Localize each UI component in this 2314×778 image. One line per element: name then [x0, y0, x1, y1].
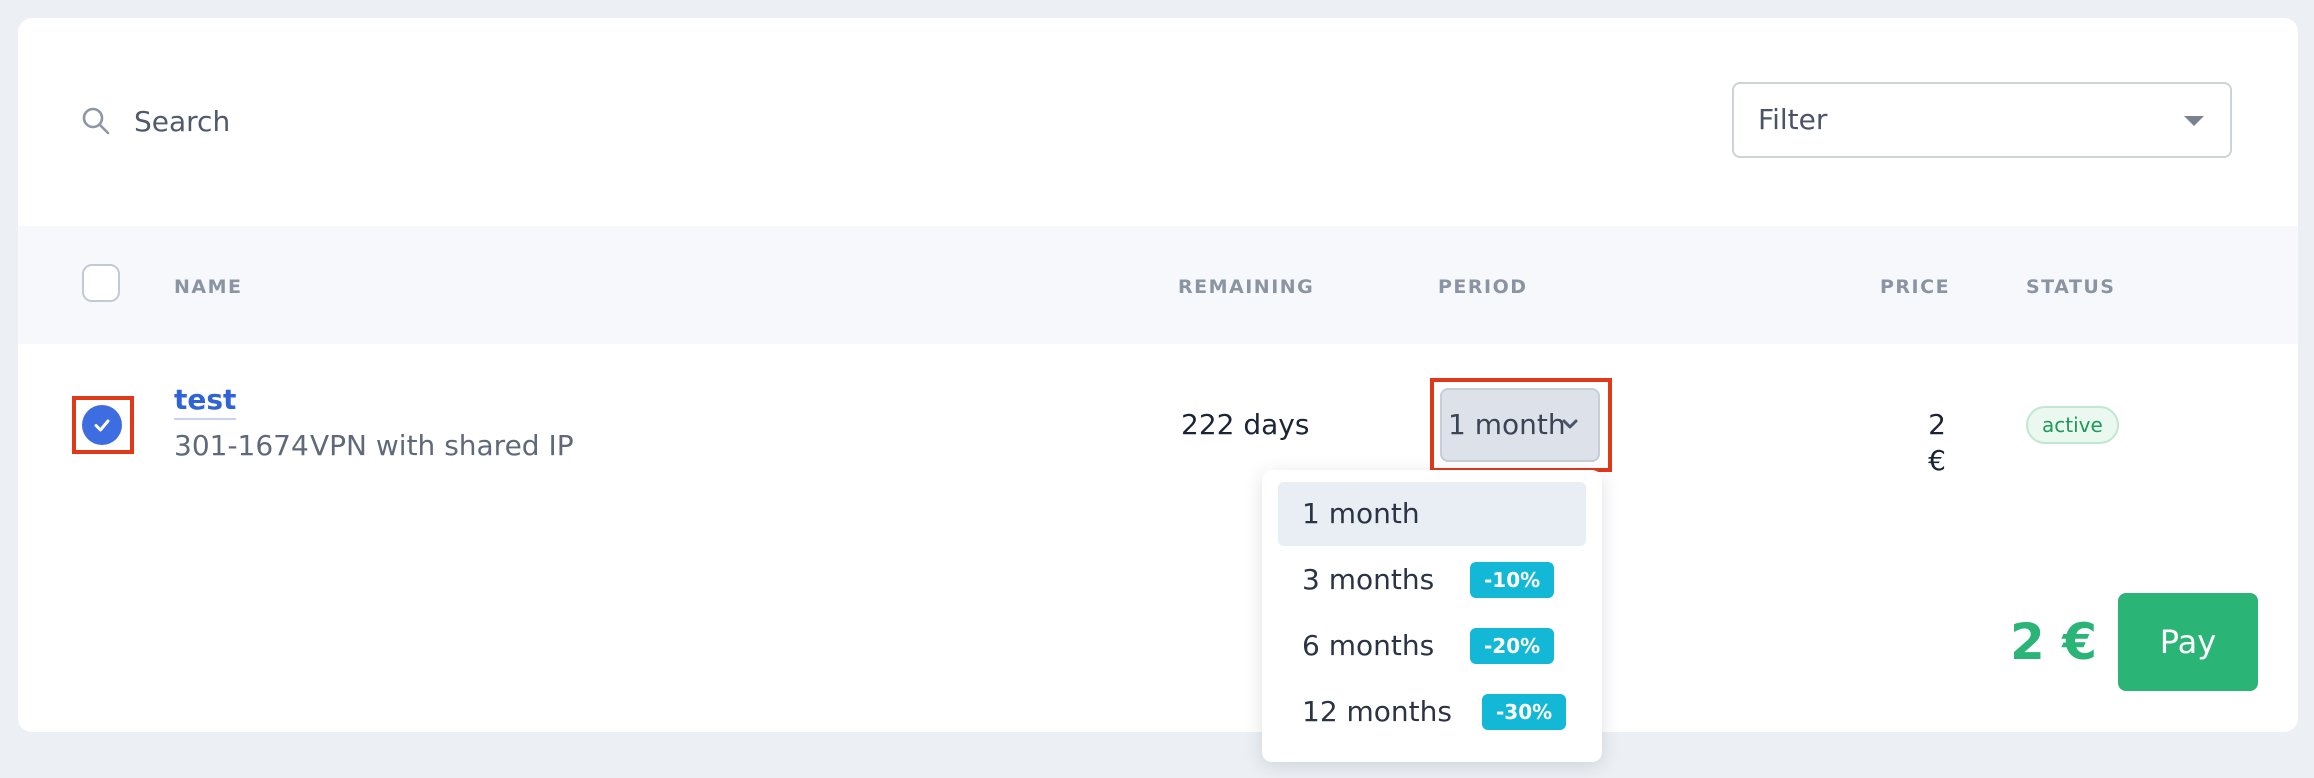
row-checkbox[interactable] [82, 405, 122, 445]
column-header-status[interactable]: STATUS [2026, 275, 2115, 299]
chevron-down-icon [1562, 419, 1578, 429]
period-option-3-months[interactable]: 3 months -10% [1278, 548, 1586, 612]
period-option-label: 12 months [1302, 695, 1452, 728]
period-select[interactable]: 1 month [1440, 388, 1600, 462]
caret-down-icon [2184, 116, 2204, 126]
search-icon[interactable] [81, 106, 111, 136]
period-option-12-months[interactable]: 12 months -30% [1278, 680, 1586, 744]
row-name-link[interactable]: test [174, 382, 237, 420]
filter-select[interactable]: Filter [1732, 82, 2232, 158]
row-description: VPN with shared IP [310, 429, 574, 462]
period-value: 1 month [1448, 408, 1566, 441]
column-header-remaining[interactable]: REMAINING [1178, 275, 1314, 299]
table-header: NAME REMAINING PERIOD PRICE STATUS [18, 226, 2298, 344]
row-code: 301-1674 [174, 429, 309, 462]
check-icon [94, 419, 110, 432]
select-all-checkbox[interactable] [82, 264, 120, 302]
column-header-name[interactable]: NAME [174, 275, 243, 299]
total-amount: 2 € [2010, 613, 2097, 671]
discount-badge: -30% [1482, 694, 1567, 730]
period-option-6-months[interactable]: 6 months -20% [1278, 614, 1586, 678]
discount-badge: -10% [1470, 562, 1555, 598]
filter-label: Filter [1758, 103, 1828, 136]
row-remaining: 222 days [1181, 408, 1310, 441]
period-option-1-month[interactable]: 1 month [1278, 482, 1586, 546]
period-option-label: 6 months [1302, 629, 1435, 662]
period-option-label: 1 month [1302, 497, 1420, 530]
pay-button[interactable]: Pay [2118, 593, 2258, 691]
discount-badge: -20% [1470, 628, 1555, 664]
row-price: 2 € [1928, 408, 1946, 477]
search-input[interactable]: Search [134, 104, 230, 140]
period-dropdown-menu: 1 month 3 months -10% 6 months -20% 12 m… [1262, 470, 1602, 762]
column-header-price[interactable]: PRICE [1880, 275, 1950, 299]
column-header-period[interactable]: PERIOD [1438, 275, 1528, 299]
status-badge: active [2026, 406, 2119, 444]
period-option-label: 3 months [1302, 563, 1435, 596]
